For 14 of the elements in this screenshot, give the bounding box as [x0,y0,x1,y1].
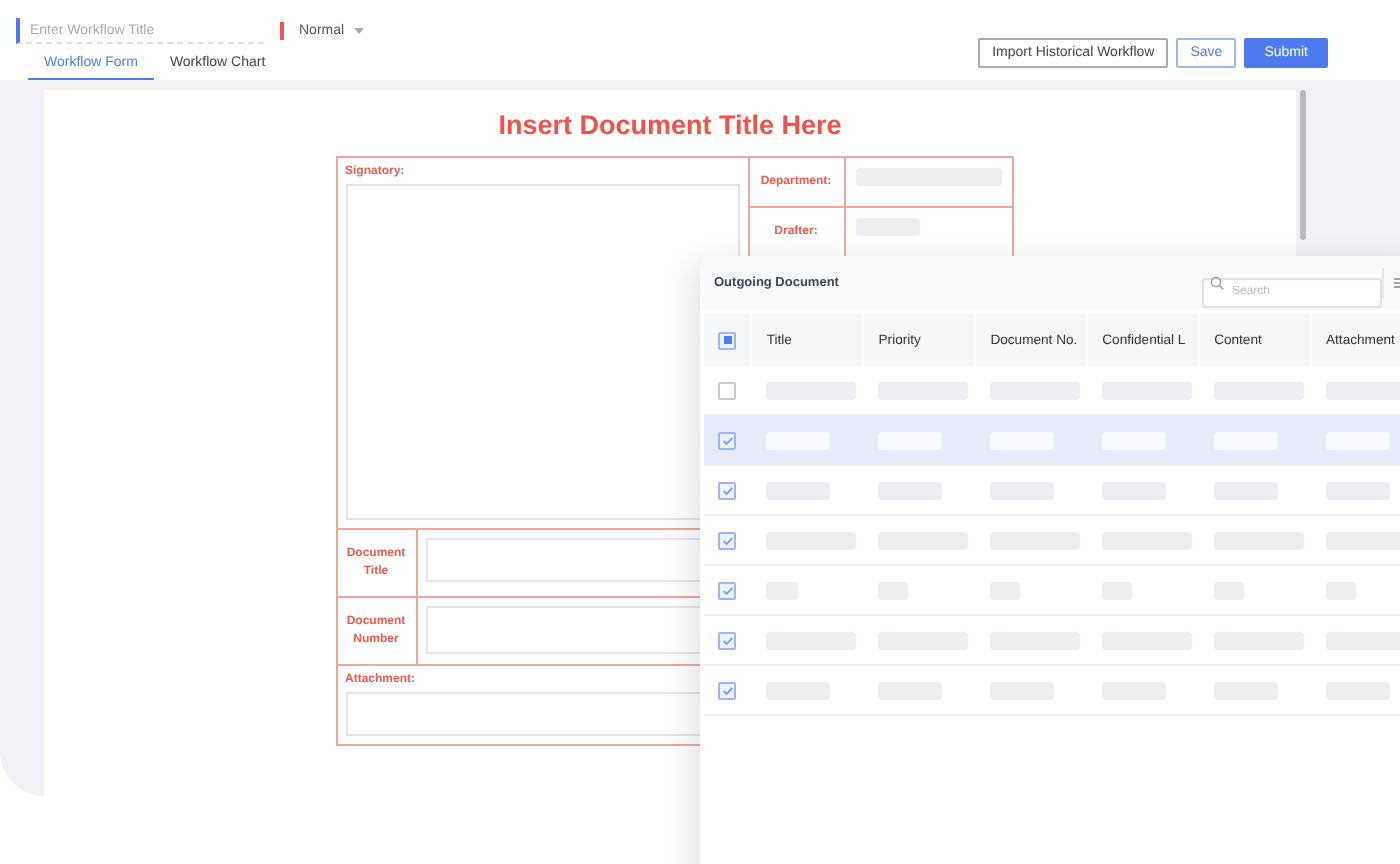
caret-icon [354,28,365,34]
checkbox[interactable] [718,631,737,649]
select-all-checkbox[interactable] [718,331,737,349]
table-row[interactable] [704,415,1400,465]
scrollbar[interactable] [1300,90,1306,240]
search-icon [1210,276,1224,290]
checkbox[interactable] [718,581,737,599]
checkbox[interactable] [718,431,737,449]
checkbox[interactable] [718,681,737,699]
checkbox[interactable] [718,381,737,399]
checkbox[interactable] [718,531,737,549]
document-title: Insert Document Title Here [498,110,842,140]
checkbox[interactable] [718,481,737,499]
required-marker-icon [280,22,283,40]
